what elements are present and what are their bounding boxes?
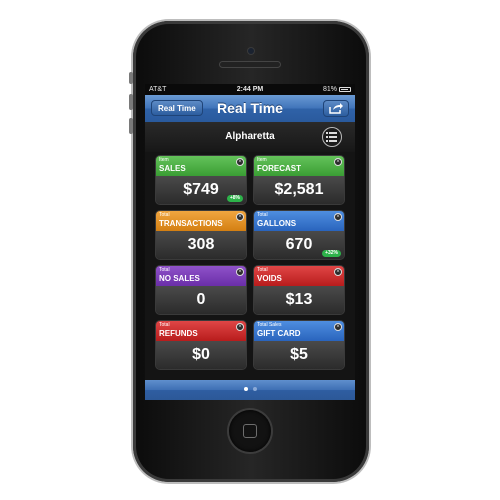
tile-label: FORECAST bbox=[257, 164, 301, 173]
tile-caption: Total bbox=[257, 267, 268, 273]
tile-caption: Total bbox=[159, 267, 170, 273]
tile-value: 308 bbox=[156, 231, 246, 259]
navigation-bar: Real Time Real Time bbox=[145, 95, 355, 123]
front-camera bbox=[248, 48, 254, 54]
tile-label: TRANSACTIONS bbox=[159, 219, 223, 228]
close-icon[interactable]: × bbox=[236, 213, 244, 221]
change-badge: +8% bbox=[226, 195, 243, 202]
tile-label: GALLONS bbox=[257, 219, 297, 228]
share-button[interactable] bbox=[323, 100, 349, 117]
tile-forecast[interactable]: Item FORECAST × $2,581 bbox=[254, 156, 344, 204]
tile-voids[interactable]: Total VOIDS × $13 bbox=[254, 266, 344, 314]
tile-value: $5 bbox=[254, 341, 344, 369]
tile-header: Item FORECAST bbox=[254, 156, 344, 176]
mute-switch bbox=[129, 72, 133, 84]
close-icon[interactable]: × bbox=[236, 158, 244, 166]
tile-header: Total GALLONS bbox=[254, 211, 344, 231]
tile-label: GIFT CARD bbox=[257, 329, 301, 338]
battery-percent: 81% bbox=[322, 86, 337, 93]
tile-value: 0 bbox=[156, 286, 246, 314]
tile-value: $0 bbox=[156, 341, 246, 369]
status-bar: AT&T 2:44 PM 81% bbox=[145, 84, 355, 95]
tile-header: Total NO SALES bbox=[156, 266, 246, 286]
tile-caption: Total bbox=[159, 212, 170, 218]
tile-label: REFUNDS bbox=[159, 329, 198, 338]
tile-header: Total REFUNDS bbox=[156, 321, 246, 341]
tile-transactions[interactable]: Total TRANSACTIONS × 308 bbox=[156, 211, 246, 259]
volume-down-button bbox=[129, 118, 133, 134]
close-icon[interactable]: × bbox=[334, 323, 342, 331]
close-icon[interactable]: × bbox=[236, 323, 244, 331]
tile-header: Total TRANSACTIONS bbox=[156, 211, 246, 231]
close-icon[interactable]: × bbox=[334, 268, 342, 276]
share-icon bbox=[329, 103, 343, 114]
tile-no-sales[interactable]: Total NO SALES × 0 bbox=[156, 266, 246, 314]
change-badge: +32% bbox=[322, 250, 341, 257]
battery-indicator: 81% bbox=[323, 84, 351, 95]
tile-label: NO SALES bbox=[159, 274, 200, 283]
tile-value: $13 bbox=[254, 286, 344, 314]
close-icon[interactable]: × bbox=[334, 213, 342, 221]
tile-sales[interactable]: Item SALES × $749 +8% bbox=[156, 156, 246, 204]
phone-screen: AT&T 2:44 PM 81% Real Time Real Time Alp… bbox=[145, 84, 355, 400]
tile-header: Total Sales GIFT CARD bbox=[254, 321, 344, 341]
battery-icon bbox=[339, 86, 351, 92]
volume-up-button bbox=[129, 94, 133, 110]
close-icon[interactable]: × bbox=[236, 268, 244, 276]
tile-gallons[interactable]: Total GALLONS × 670 +32% bbox=[254, 211, 344, 259]
close-icon[interactable]: × bbox=[334, 158, 342, 166]
list-icon bbox=[326, 132, 337, 142]
earpiece-speaker bbox=[219, 61, 281, 68]
page-indicator-bar bbox=[145, 380, 355, 400]
tile-refunds[interactable]: Total REFUNDS × $0 bbox=[156, 321, 246, 369]
page-dot[interactable] bbox=[253, 387, 257, 391]
list-menu-button[interactable] bbox=[322, 127, 342, 147]
tile-caption: Total Sales bbox=[257, 322, 282, 328]
tile-caption: Item bbox=[257, 157, 267, 163]
tile-value: $2,581 bbox=[254, 176, 344, 204]
location-bar: Alpharetta bbox=[145, 122, 355, 152]
tile-caption: Item bbox=[159, 157, 169, 163]
home-square-icon bbox=[243, 424, 257, 438]
tile-label: SALES bbox=[159, 164, 186, 173]
tile-caption: Total bbox=[257, 212, 268, 218]
tile-label: VOIDS bbox=[257, 274, 282, 283]
tile-header: Item SALES bbox=[156, 156, 246, 176]
page-dot-active[interactable] bbox=[244, 387, 248, 391]
tile-gift-card[interactable]: Total Sales GIFT CARD × $5 bbox=[254, 321, 344, 369]
tile-header: Total VOIDS bbox=[254, 266, 344, 286]
tile-caption: Total bbox=[159, 322, 170, 328]
